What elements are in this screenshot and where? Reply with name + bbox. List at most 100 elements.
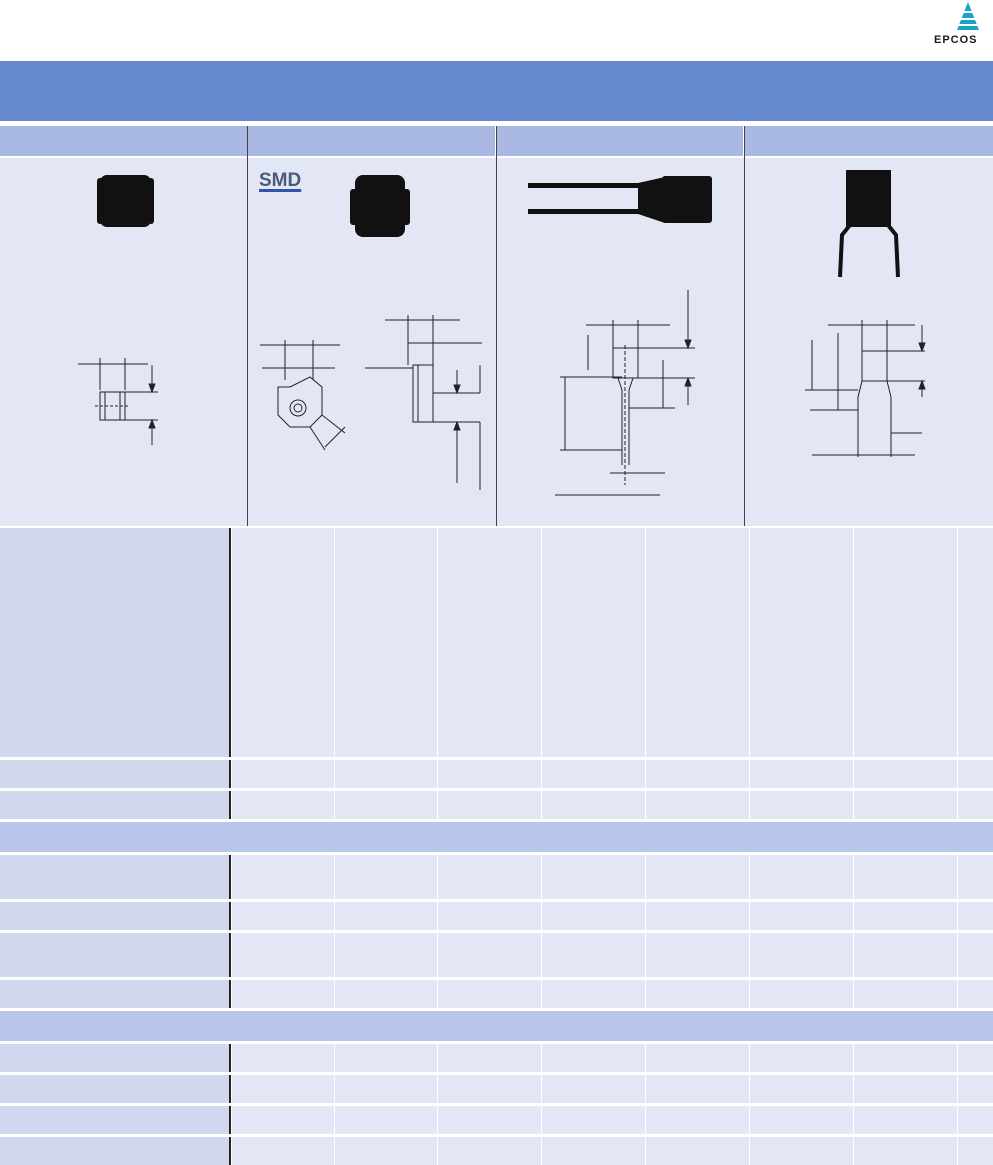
epcos-logo: EPCOS: [930, 0, 993, 50]
table-cell: [749, 528, 853, 757]
table-cell: [957, 791, 993, 819]
row-label: [0, 902, 231, 930]
table-cell: [853, 902, 957, 930]
spec-row: [0, 760, 993, 788]
table-cell: [334, 933, 437, 977]
table-cell: [334, 528, 437, 757]
logo-text: EPCOS: [934, 34, 978, 46]
table-cell: [957, 1106, 993, 1134]
table-cell: [334, 760, 437, 788]
table-cell: [749, 760, 853, 788]
table-cell: [334, 902, 437, 930]
table-cell: [541, 760, 645, 788]
table-cell: [645, 760, 749, 788]
table-cell: [645, 1044, 749, 1072]
table-cell: [749, 1044, 853, 1072]
table-cell: [749, 791, 853, 819]
product-3-dimension-drawing: [555, 290, 695, 496]
table-cell: [957, 980, 993, 1008]
table-cell: [957, 902, 993, 930]
product-3-photo: [528, 176, 712, 223]
table-cell: [231, 933, 334, 977]
row-label: [0, 855, 231, 899]
table-cell: [437, 1137, 541, 1165]
table-cell: [541, 855, 645, 899]
table-cell: [853, 1106, 957, 1134]
table-cell: [645, 980, 749, 1008]
column-header-2: [248, 126, 496, 156]
table-cell: [231, 1044, 334, 1072]
table-cell: [853, 1075, 957, 1103]
product-4-photo: [838, 170, 900, 278]
table-cell: [231, 760, 334, 788]
row-label: [0, 760, 231, 788]
product-1-dimension-drawing: [78, 358, 158, 445]
product-2-dimension-drawing: [260, 315, 482, 490]
table-cell: [437, 528, 541, 757]
spec-row: [0, 1106, 993, 1134]
product-3-drawing: [528, 176, 712, 496]
table-cell: [645, 855, 749, 899]
row-label: [0, 980, 231, 1008]
table-cell: [541, 933, 645, 977]
table-cell: [957, 1137, 993, 1165]
table-cell: [231, 902, 334, 930]
column-divider: [247, 126, 248, 526]
table-cell: [334, 855, 437, 899]
table-cell: [231, 528, 334, 757]
table-cell: [541, 980, 645, 1008]
table-cell: [437, 791, 541, 819]
table-cell: [334, 1075, 437, 1103]
spec-row: [0, 528, 993, 757]
row-label: [0, 1075, 231, 1103]
product-2-photo: [350, 175, 410, 237]
row-label: [0, 1106, 231, 1134]
table-cell: [957, 528, 993, 757]
table-cell: [749, 1106, 853, 1134]
title-band: [0, 61, 993, 121]
row-label: [0, 1044, 231, 1072]
table-cell: [231, 1075, 334, 1103]
table-cell: [853, 1044, 957, 1072]
table-cell: [437, 933, 541, 977]
table-cell: [334, 1106, 437, 1134]
product-1-drawing: [78, 175, 158, 445]
section-band: [0, 822, 993, 852]
table-cell: [853, 980, 957, 1008]
table-cell: [853, 528, 957, 757]
section-band: [0, 1011, 993, 1041]
table-cell: [437, 1106, 541, 1134]
spec-row: [0, 902, 993, 930]
table-cell: [749, 902, 853, 930]
row-label: [0, 1137, 231, 1165]
table-cell: [749, 933, 853, 977]
table-cell: [231, 1137, 334, 1165]
table-cell: [437, 1044, 541, 1072]
column-divider: [496, 126, 497, 526]
table-cell: [541, 528, 645, 757]
table-cell: [853, 855, 957, 899]
table-cell: [645, 1137, 749, 1165]
table-cell: [437, 1075, 541, 1103]
spec-row: [0, 980, 993, 1008]
table-cell: [645, 933, 749, 977]
spec-row: [0, 855, 993, 899]
product-4-dimension-drawing: [805, 320, 926, 457]
spec-row: [0, 1137, 993, 1165]
product-4-drawing: [805, 170, 926, 457]
table-cell: [437, 980, 541, 1008]
column-header-3: [496, 126, 744, 156]
row-label: [0, 791, 231, 819]
product-1-photo: [97, 175, 154, 227]
spec-row: [0, 933, 993, 977]
column-header-1: [0, 126, 248, 156]
table-cell: [645, 1106, 749, 1134]
spec-row: [0, 791, 993, 819]
table-cell: [645, 791, 749, 819]
table-cell: [645, 528, 749, 757]
table-cell: [749, 1137, 853, 1165]
table-cell: [231, 791, 334, 819]
table-cell: [749, 1075, 853, 1103]
table-cell: [957, 933, 993, 977]
table-cell: [541, 902, 645, 930]
